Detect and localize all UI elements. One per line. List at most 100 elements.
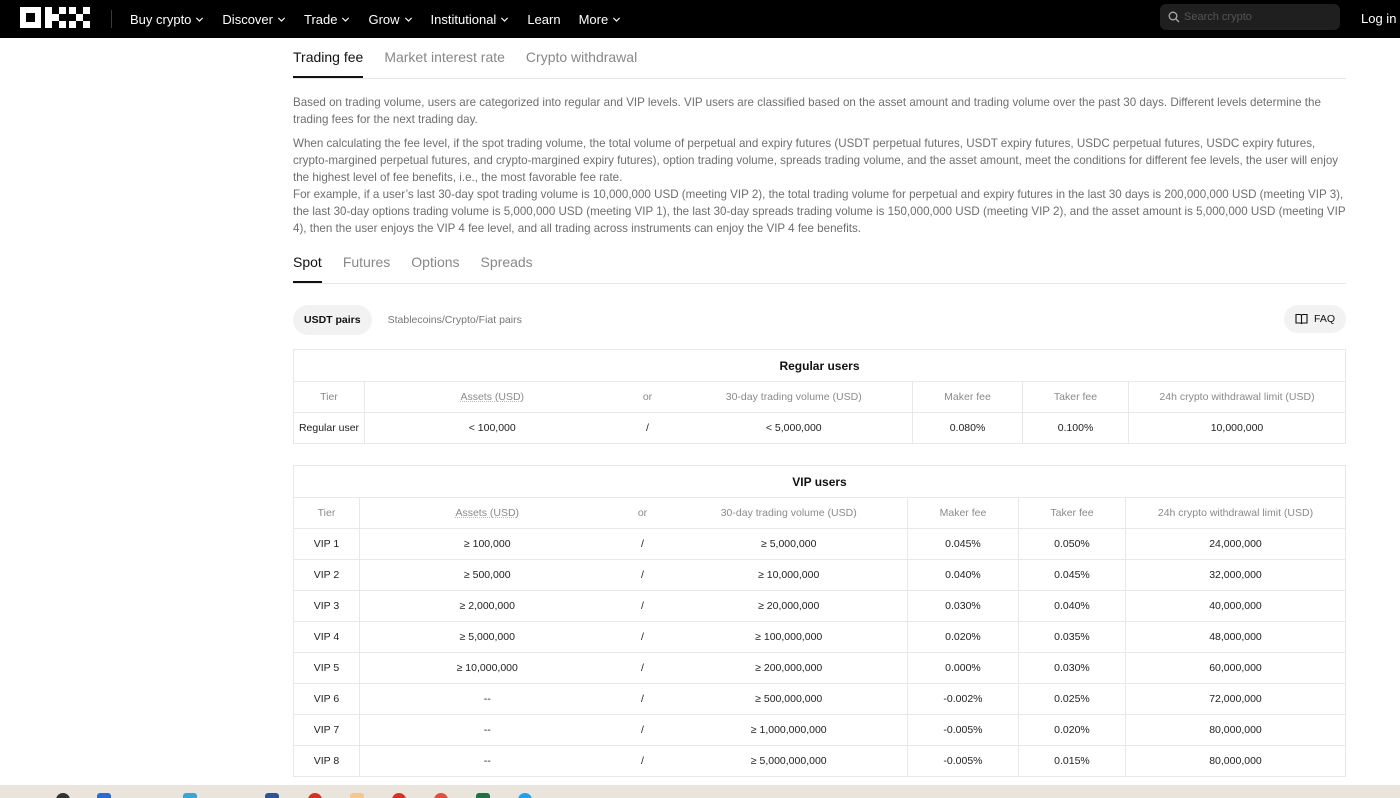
- vip-rows: VIP 1 ≥ 100,000/≥ 5,000,000 0.045% 0.050% 24…: [293, 528, 1346, 777]
- tab-futures[interactable]: Futures: [343, 254, 390, 283]
- cell-tier: VIP 2: [293, 559, 360, 591]
- faq-button[interactable]: FAQ: [1283, 305, 1346, 333]
- tab-market-interest-rate[interactable]: Market interest rate: [384, 49, 505, 78]
- tab-trading-fee[interactable]: Trading fee: [293, 49, 364, 78]
- table-row: VIP 5 ≥ 10,000,000/≥ 200,000,000 0.000% 0.0…: [293, 652, 1346, 684]
- taskbar-app-icon[interactable]: [392, 793, 406, 798]
- cell-withdrawal-limit: 32,000,000: [1124, 559, 1346, 591]
- search-input[interactable]: [1184, 11, 1334, 23]
- nav-label: Discover: [222, 11, 273, 27]
- cell-withdrawal-limit: 24,000,000: [1124, 528, 1346, 560]
- table-header-row: Tier Assets (USD) or 30-day trading volu…: [293, 381, 1346, 413]
- login-link[interactable]: Log in: [1361, 11, 1396, 26]
- taskbar-app-icon[interactable]: [476, 793, 490, 798]
- cell-or: /: [614, 590, 671, 622]
- table-header-row: Tier Assets (USD) or 30-day trading volu…: [293, 497, 1346, 529]
- chevron-down-icon: [501, 16, 509, 22]
- taskbar-app-icon[interactable]: [434, 793, 448, 798]
- nav-label: Grow: [368, 11, 400, 27]
- cell-assets: ≥ 5,000,000: [359, 621, 615, 653]
- cell-maker-fee: -0.005%: [906, 745, 1019, 777]
- tab-crypto-withdrawal[interactable]: Crypto withdrawal: [526, 49, 637, 78]
- table-row: VIP 1 ≥ 100,000/≥ 5,000,000 0.045% 0.050% 24…: [293, 528, 1346, 560]
- taskbar-app-icon[interactable]: [308, 793, 322, 798]
- cell-volume: ≥ 1,000,000,000: [670, 714, 908, 746]
- table-row: VIP 7 -- / ≥ 1,000,000,000 -0.005% 0.020% 80,0…: [293, 714, 1346, 746]
- nav-label: Buy crypto: [130, 11, 192, 27]
- nav-menu: Buy crypto Discover Trade Grow Instituti…: [130, 0, 639, 38]
- cell-assets: --: [359, 745, 615, 777]
- col-taker-fee: Taker fee: [1022, 381, 1129, 413]
- okx-logo[interactable]: [20, 7, 90, 28]
- cell-assets: ≥ 500,000: [359, 559, 615, 591]
- nav-more[interactable]: More: [579, 12, 622, 27]
- col-assets-label: Assets (USD): [455, 507, 520, 519]
- cell-volume: ≥ 5,000,000: [670, 528, 908, 560]
- cell-maker-fee: 0.045%: [906, 528, 1019, 560]
- col-volume: 30-day trading volume (USD): [675, 381, 913, 413]
- pairs-selector: USDT pairs Stablecoins/Crypto/Fiat pairs…: [293, 304, 1346, 336]
- usdt-pairs-button[interactable]: USDT pairs: [293, 305, 372, 335]
- cell-or: /: [614, 621, 671, 653]
- taskbar-app-icon[interactable]: [265, 793, 279, 798]
- taskbar-app-icon[interactable]: [97, 793, 111, 798]
- cell-or: /: [614, 683, 671, 715]
- col-volume: 30-day trading volume (USD): [670, 497, 908, 529]
- cell-or: /: [614, 559, 671, 591]
- taskbar-app-icon[interactable]: [183, 793, 197, 798]
- cell-tier: Regular user: [293, 412, 365, 444]
- cell-withdrawal-limit: 60,000,000: [1124, 652, 1346, 684]
- nav-institutional[interactable]: Institutional: [431, 12, 510, 27]
- cell-or: /: [614, 714, 671, 746]
- tab-spot[interactable]: Spot: [293, 254, 322, 283]
- table-title: VIP users: [293, 465, 1346, 498]
- cell-taker-fee: 0.050%: [1017, 528, 1126, 560]
- table-row: VIP 2 ≥ 500,000/≥ 10,000,000 0.040% 0.045% 3…: [293, 559, 1346, 591]
- nav-label: Institutional: [430, 11, 497, 27]
- cell-withdrawal-limit: 10,000,000: [1128, 412, 1346, 444]
- cell-assets: ≥ 100,000: [359, 528, 615, 560]
- nav-buy-crypto[interactable]: Buy crypto: [130, 12, 204, 27]
- taskbar-app-icon[interactable]: [518, 793, 532, 798]
- book-icon: [1295, 313, 1308, 325]
- stablecoin-pairs-button[interactable]: Stablecoins/Crypto/Fiat pairs: [377, 305, 533, 335]
- table-row: VIP 6 -- / ≥ 500,000,000 -0.002% 0.025% 72,000…: [293, 683, 1346, 715]
- search-icon: [1168, 11, 1180, 23]
- nav-learn[interactable]: Learn: [527, 12, 560, 27]
- cell-assets: --: [359, 714, 615, 746]
- nav-divider: [111, 10, 112, 28]
- os-taskbar: [0, 785, 1400, 798]
- cell-maker-fee: 0.080%: [912, 412, 1023, 444]
- table-row: VIP 4 ≥ 5,000,000/≥ 100,000,000 0.020% 0.03…: [293, 621, 1346, 653]
- cell-volume: ≥ 100,000,000: [670, 621, 908, 653]
- tab-options[interactable]: Options: [411, 254, 459, 283]
- cell-withdrawal-limit: 80,000,000: [1124, 714, 1346, 746]
- cell-taker-fee: 0.025%: [1017, 683, 1126, 715]
- description-paragraph: For example, if a user’s last 30-day spo…: [293, 188, 1346, 235]
- cell-volume: ≥ 500,000,000: [670, 683, 908, 715]
- cell-volume: ≥ 20,000,000: [670, 590, 908, 622]
- chevron-down-icon: [342, 16, 350, 22]
- cell-tier: VIP 3: [293, 590, 360, 622]
- search-box[interactable]: [1160, 4, 1340, 30]
- cell-maker-fee: 0.040%: [906, 559, 1019, 591]
- tab-spreads[interactable]: Spreads: [481, 254, 533, 283]
- col-or: or: [614, 497, 671, 529]
- nav-trade[interactable]: Trade: [304, 12, 350, 27]
- nav-grow[interactable]: Grow: [368, 12, 412, 27]
- top-nav: Buy crypto Discover Trade Grow Instituti…: [0, 0, 1400, 38]
- table-row: Regular user < 100,000 / < 5,000,000 0.0…: [293, 412, 1346, 444]
- chevron-down-icon: [404, 16, 412, 22]
- nav-discover[interactable]: Discover: [222, 12, 286, 27]
- taskbar-app-icon[interactable]: [56, 793, 70, 798]
- cell-assets: < 100,000: [364, 412, 620, 444]
- fee-type-tabs: Trading fee Market interest rate Crypto …: [293, 38, 1346, 79]
- cell-volume: ≥ 5,000,000,000: [670, 745, 908, 777]
- taskbar-app-icon[interactable]: [350, 793, 364, 798]
- col-or: or: [619, 381, 676, 413]
- fee-description: Based on trading volume, users are categ…: [293, 94, 1346, 237]
- vip-users-table: VIP users Tier Assets (USD) or 30-day tr…: [293, 465, 1346, 777]
- cell-tier: VIP 8: [293, 745, 360, 777]
- main-content: Trading fee Market interest rate Crypto …: [293, 38, 1346, 777]
- cell-volume: < 5,000,000: [675, 412, 913, 444]
